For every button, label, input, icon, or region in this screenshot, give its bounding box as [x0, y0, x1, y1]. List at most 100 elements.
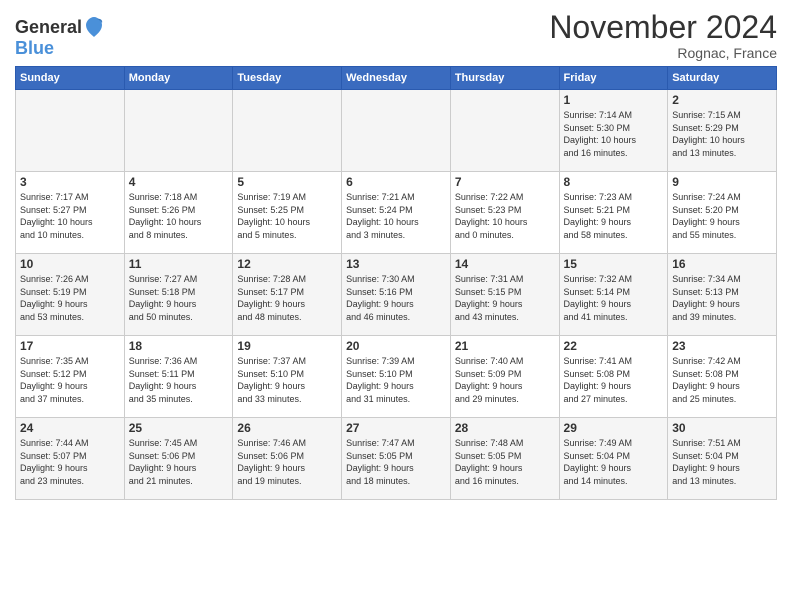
day-info: Sunrise: 7:14 AM Sunset: 5:30 PM Dayligh…	[564, 109, 664, 159]
day-number: 26	[237, 421, 337, 435]
calendar-header: SundayMondayTuesdayWednesdayThursdayFrid…	[16, 67, 777, 90]
calendar-cell: 17 Sunrise: 7:35 AM Sunset: 5:12 PM Dayli…	[16, 336, 125, 418]
calendar-cell: 6 Sunrise: 7:21 AM Sunset: 5:24 PM Daylig…	[342, 172, 451, 254]
logo-general: General	[15, 18, 82, 36]
day-number: 21	[455, 339, 555, 353]
day-info: Sunrise: 7:32 AM Sunset: 5:14 PM Dayligh…	[564, 273, 664, 323]
logo-bird-icon	[84, 15, 104, 39]
calendar-cell: 30Sunrise: 7:51 AM Sunset: 5:04 PM Dayli…	[668, 418, 777, 500]
day-number: 24	[20, 421, 120, 435]
calendar-cell: 3Sunrise: 7:17 AM Sunset: 5:27 PM Daylig…	[16, 172, 125, 254]
day-info: Sunrise: 7:37 AM Sunset: 5:10 PM Dayligh…	[237, 355, 337, 405]
calendar-cell: 19 Sunrise: 7:37 AM Sunset: 5:10 PM Dayli…	[233, 336, 342, 418]
day-number: 18	[129, 339, 229, 353]
day-info: Sunrise: 7:49 AM Sunset: 5:04 PM Dayligh…	[564, 437, 664, 487]
day-info: Sunrise: 7:44 AM Sunset: 5:07 PM Dayligh…	[20, 437, 120, 487]
day-number: 2	[672, 93, 772, 107]
day-info: Sunrise: 7:41 AM Sunset: 5:08 PM Dayligh…	[564, 355, 664, 405]
day-info: Sunrise: 7:28 AM Sunset: 5:17 PM Dayligh…	[237, 273, 337, 323]
day-info: Sunrise: 7:21 AM Sunset: 5:24 PM Dayligh…	[346, 191, 446, 241]
calendar-cell: 14 Sunrise: 7:31 AM Sunset: 5:15 PM Dayli…	[450, 254, 559, 336]
day-info: Sunrise: 7:39 AM Sunset: 5:10 PM Dayligh…	[346, 355, 446, 405]
calendar-cell: 22Sunrise: 7:41 AM Sunset: 5:08 PM Dayli…	[559, 336, 668, 418]
calendar-cell: 4 Sunrise: 7:18 AM Sunset: 5:26 PM Daylig…	[124, 172, 233, 254]
day-number: 7	[455, 175, 555, 189]
day-number: 29	[564, 421, 664, 435]
weekday-header-thursday: Thursday	[450, 67, 559, 90]
day-info: Sunrise: 7:27 AM Sunset: 5:18 PM Dayligh…	[129, 273, 229, 323]
day-info: Sunrise: 7:22 AM Sunset: 5:23 PM Dayligh…	[455, 191, 555, 241]
day-info: Sunrise: 7:19 AM Sunset: 5:25 PM Dayligh…	[237, 191, 337, 241]
calendar-cell: 1 Sunrise: 7:14 AM Sunset: 5:30 PM Daylig…	[559, 90, 668, 172]
day-info: Sunrise: 7:42 AM Sunset: 5:08 PM Dayligh…	[672, 355, 772, 405]
calendar-cell: 28 Sunrise: 7:48 AM Sunset: 5:05 PM Dayli…	[450, 418, 559, 500]
calendar-cell: 8 Sunrise: 7:23 AM Sunset: 5:21 PM Daylig…	[559, 172, 668, 254]
day-info: Sunrise: 7:46 AM Sunset: 5:06 PM Dayligh…	[237, 437, 337, 487]
calendar-cell: 7 Sunrise: 7:22 AM Sunset: 5:23 PM Daylig…	[450, 172, 559, 254]
weekday-header-tuesday: Tuesday	[233, 67, 342, 90]
calendar-cell: 10Sunrise: 7:26 AM Sunset: 5:19 PM Dayli…	[16, 254, 125, 336]
day-number: 14	[455, 257, 555, 271]
calendar-cell: 23Sunrise: 7:42 AM Sunset: 5:08 PM Dayli…	[668, 336, 777, 418]
day-number: 1	[564, 93, 664, 107]
header: General Blue November 2024 Rognac, Franc…	[15, 10, 777, 61]
day-info: Sunrise: 7:15 AM Sunset: 5:29 PM Dayligh…	[672, 109, 772, 159]
day-number: 28	[455, 421, 555, 435]
day-number: 9	[672, 175, 772, 189]
calendar-cell: 11Sunrise: 7:27 AM Sunset: 5:18 PM Dayli…	[124, 254, 233, 336]
calendar-cell: 21 Sunrise: 7:40 AM Sunset: 5:09 PM Dayli…	[450, 336, 559, 418]
calendar-cell: 2 Sunrise: 7:15 AM Sunset: 5:29 PM Daylig…	[668, 90, 777, 172]
day-number: 15	[564, 257, 664, 271]
calendar-body: 1 Sunrise: 7:14 AM Sunset: 5:30 PM Daylig…	[16, 90, 777, 500]
weekday-header-wednesday: Wednesday	[342, 67, 451, 90]
day-info: Sunrise: 7:31 AM Sunset: 5:15 PM Dayligh…	[455, 273, 555, 323]
logo: General Blue	[15, 15, 104, 59]
calendar-week-row: 3Sunrise: 7:17 AM Sunset: 5:27 PM Daylig…	[16, 172, 777, 254]
day-number: 27	[346, 421, 446, 435]
calendar-cell	[342, 90, 451, 172]
day-info: Sunrise: 7:48 AM Sunset: 5:05 PM Dayligh…	[455, 437, 555, 487]
day-info: Sunrise: 7:23 AM Sunset: 5:21 PM Dayligh…	[564, 191, 664, 241]
day-number: 13	[346, 257, 446, 271]
title-block: November 2024 Rognac, France	[549, 10, 777, 61]
calendar-cell: 18 Sunrise: 7:36 AM Sunset: 5:11 PM Dayli…	[124, 336, 233, 418]
calendar-cell: 29 Sunrise: 7:49 AM Sunset: 5:04 PM Dayli…	[559, 418, 668, 500]
calendar-cell: 13Sunrise: 7:30 AM Sunset: 5:16 PM Dayli…	[342, 254, 451, 336]
calendar-week-row: 10Sunrise: 7:26 AM Sunset: 5:19 PM Dayli…	[16, 254, 777, 336]
logo-blue: Blue	[15, 38, 54, 58]
calendar-cell: 27 Sunrise: 7:47 AM Sunset: 5:05 PM Dayli…	[342, 418, 451, 500]
day-number: 6	[346, 175, 446, 189]
month-title: November 2024	[549, 10, 777, 45]
day-info: Sunrise: 7:45 AM Sunset: 5:06 PM Dayligh…	[129, 437, 229, 487]
calendar-cell: 9 Sunrise: 7:24 AM Sunset: 5:20 PM Daylig…	[668, 172, 777, 254]
calendar-cell: 5 Sunrise: 7:19 AM Sunset: 5:25 PM Daylig…	[233, 172, 342, 254]
day-number: 5	[237, 175, 337, 189]
day-number: 8	[564, 175, 664, 189]
day-info: Sunrise: 7:36 AM Sunset: 5:11 PM Dayligh…	[129, 355, 229, 405]
day-info: Sunrise: 7:26 AM Sunset: 5:19 PM Dayligh…	[20, 273, 120, 323]
calendar-table: SundayMondayTuesdayWednesdayThursdayFrid…	[15, 66, 777, 500]
day-number: 4	[129, 175, 229, 189]
day-info: Sunrise: 7:35 AM Sunset: 5:12 PM Dayligh…	[20, 355, 120, 405]
day-info: Sunrise: 7:34 AM Sunset: 5:13 PM Dayligh…	[672, 273, 772, 323]
day-number: 17	[20, 339, 120, 353]
day-info: Sunrise: 7:24 AM Sunset: 5:20 PM Dayligh…	[672, 191, 772, 241]
day-info: Sunrise: 7:17 AM Sunset: 5:27 PM Dayligh…	[20, 191, 120, 241]
day-number: 20	[346, 339, 446, 353]
day-number: 19	[237, 339, 337, 353]
calendar-cell: 15 Sunrise: 7:32 AM Sunset: 5:14 PM Dayli…	[559, 254, 668, 336]
day-number: 25	[129, 421, 229, 435]
calendar-cell: 12Sunrise: 7:28 AM Sunset: 5:17 PM Dayli…	[233, 254, 342, 336]
location: Rognac, France	[549, 45, 777, 61]
weekday-header-row: SundayMondayTuesdayWednesdayThursdayFrid…	[16, 67, 777, 90]
day-info: Sunrise: 7:40 AM Sunset: 5:09 PM Dayligh…	[455, 355, 555, 405]
calendar-cell: 20 Sunrise: 7:39 AM Sunset: 5:10 PM Dayli…	[342, 336, 451, 418]
calendar-cell	[450, 90, 559, 172]
calendar-cell: 16Sunrise: 7:34 AM Sunset: 5:13 PM Dayli…	[668, 254, 777, 336]
day-info: Sunrise: 7:18 AM Sunset: 5:26 PM Dayligh…	[129, 191, 229, 241]
day-number: 30	[672, 421, 772, 435]
day-info: Sunrise: 7:47 AM Sunset: 5:05 PM Dayligh…	[346, 437, 446, 487]
calendar-week-row: 24 Sunrise: 7:44 AM Sunset: 5:07 PM Dayli…	[16, 418, 777, 500]
calendar-cell: 26 Sunrise: 7:46 AM Sunset: 5:06 PM Dayli…	[233, 418, 342, 500]
weekday-header-saturday: Saturday	[668, 67, 777, 90]
